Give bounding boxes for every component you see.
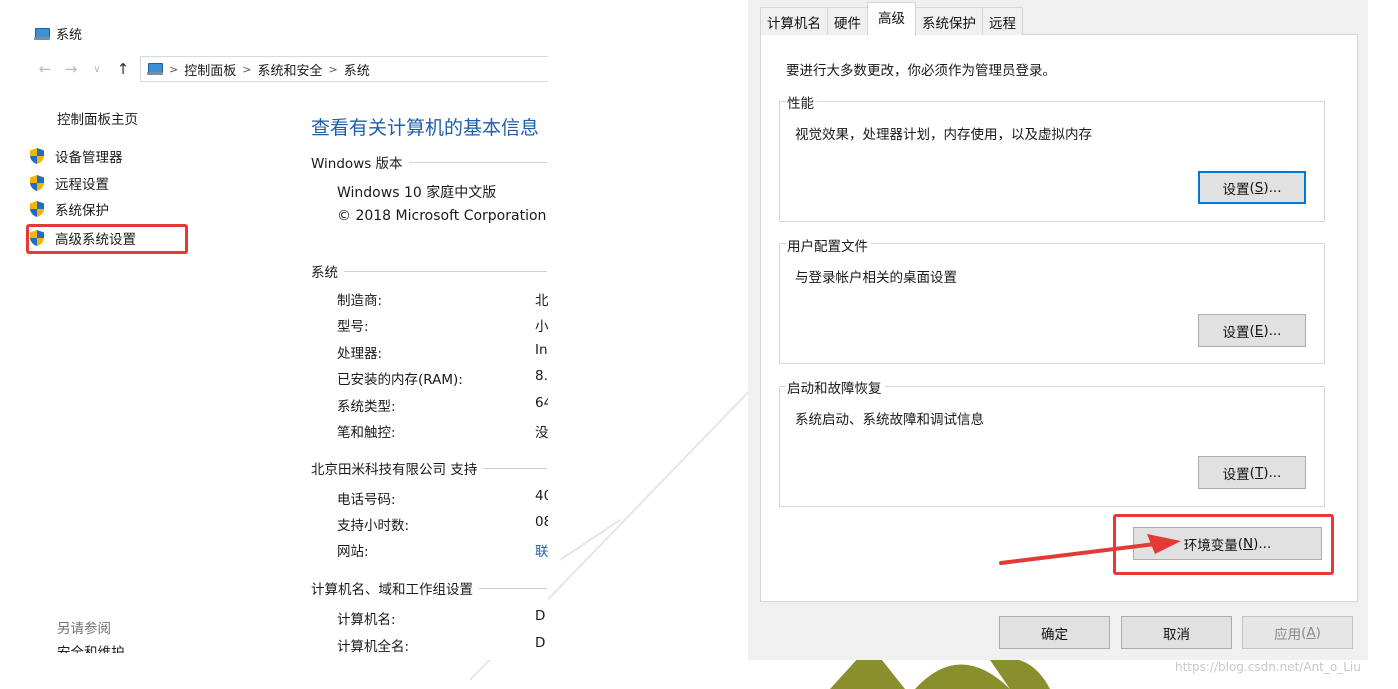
window-title: 系统 xyxy=(34,24,82,43)
website-link[interactable]: 联 xyxy=(535,540,548,560)
computer-icon xyxy=(34,27,50,40)
system-type-label: 系统类型: xyxy=(337,399,396,415)
address-bar[interactable]: > 控制面板 > 系统和安全 > 系统 xyxy=(140,56,548,82)
processor-value: In xyxy=(535,342,548,358)
sidebar-home-link[interactable]: 控制面板主页 xyxy=(57,108,138,128)
pen-touch-value: 没 xyxy=(535,425,548,441)
manufacturer-value: 北 xyxy=(535,293,548,309)
tab-advanced[interactable]: 高级 xyxy=(867,2,916,36)
full-computer-name-value: D xyxy=(535,635,546,651)
cancel-button[interactable]: 取消 xyxy=(1121,616,1232,649)
uac-shield-icon xyxy=(30,201,44,217)
watermark: https://blog.csdn.net/Ant_o_Liu xyxy=(1175,660,1361,674)
uac-shield-icon xyxy=(30,175,44,191)
navigation-bar: ← → ∨ ↑ > 控制面板 > 系统和安全 > 系统 xyxy=(32,56,548,82)
copyright-text: © 2018 Microsoft Corporation xyxy=(337,208,547,224)
sidebar-item-label: 远程设置 xyxy=(55,177,109,193)
chevron-down-icon[interactable]: ∨ xyxy=(84,64,110,75)
section-header-text: 系统 xyxy=(311,265,338,281)
computer-icon xyxy=(147,63,163,75)
see-also-heading: 另请参阅 xyxy=(57,621,111,637)
startup-recovery-settings-button[interactable]: 设置(T)... xyxy=(1198,456,1306,489)
forward-arrow-icon[interactable]: → xyxy=(58,60,84,78)
chevron-right-icon: > xyxy=(242,62,252,76)
manufacturer-label: 制造商: xyxy=(337,293,383,309)
button-label: 设置 xyxy=(1222,466,1250,483)
access-key: T xyxy=(1254,464,1264,481)
uac-shield-icon xyxy=(30,148,44,164)
advanced-settings-highlight xyxy=(26,224,188,254)
system-control-panel: 系统 ← → ∨ ↑ > 控制面板 > 系统和安全 > 系统 控制面板主页 设备… xyxy=(0,0,548,660)
breadcrumb-system[interactable]: 系统 xyxy=(344,60,370,79)
access-key: A xyxy=(1306,624,1316,641)
up-arrow-icon[interactable]: ↑ xyxy=(110,60,136,78)
ram-label: 已安装的内存(RAM): xyxy=(337,372,463,388)
access-key: S xyxy=(1254,179,1264,196)
back-arrow-icon[interactable]: ← xyxy=(32,60,58,78)
section-header-text: 计算机名、域和工作组设置 xyxy=(311,582,473,598)
button-label: 设置 xyxy=(1222,181,1250,198)
model-label: 型号: xyxy=(337,319,369,335)
system-type-value: 64 xyxy=(535,395,548,411)
sidebar-item-remote-settings[interactable]: 远程设置 xyxy=(28,172,109,194)
breadcrumb-system-security[interactable]: 系统和安全 xyxy=(257,60,322,79)
user-profiles-description: 与登录帐户相关的桌面设置 xyxy=(795,270,957,286)
page-title: 查看有关计算机的基本信息 xyxy=(311,117,540,139)
phone-value: 40 xyxy=(535,488,548,504)
performance-description: 视觉效果，处理器计划，内存使用，以及虚拟内存 xyxy=(795,127,1092,143)
tab-hardware[interactable]: 硬件 xyxy=(827,7,868,35)
window-title-text: 系统 xyxy=(56,28,83,43)
see-also-security-link[interactable]: 安全和维护 xyxy=(57,641,125,653)
sidebar-item-device-manager[interactable]: 设备管理器 xyxy=(28,145,123,167)
pen-touch-label: 笔和触控: xyxy=(337,425,396,441)
windows-edition-header: Windows 版本 xyxy=(311,152,547,172)
access-key: E xyxy=(1254,322,1264,339)
full-computer-name-label: 计算机全名: xyxy=(337,639,410,655)
sidebar-item-system-protection[interactable]: 系统保护 xyxy=(28,198,109,220)
button-label: 应用 xyxy=(1274,626,1302,643)
performance-settings-button[interactable]: 设置(S)... xyxy=(1198,171,1306,204)
admin-note: 要进行大多数更改，你必须作为管理员登录。 xyxy=(786,63,1056,79)
support-hours-value: 08 xyxy=(535,514,548,530)
breadcrumb-control-panel[interactable]: 控制面板 xyxy=(184,60,236,79)
sidebar-item-label: 设备管理器 xyxy=(55,150,123,166)
processor-label: 处理器: xyxy=(337,346,383,362)
support-hours-label: 支持小时数: xyxy=(337,518,410,534)
computer-name-value: D xyxy=(535,608,546,624)
tab-strip: 计算机名 硬件 高级 系统保护 远程 xyxy=(760,2,1023,36)
website-label: 网站: xyxy=(337,544,369,560)
computer-name-label: 计算机名: xyxy=(337,612,396,628)
sidebar-item-label: 系统保护 xyxy=(55,203,109,219)
phone-label: 电话号码: xyxy=(337,492,396,508)
apply-button[interactable]: 应用(A) xyxy=(1242,616,1353,649)
tab-system-protection[interactable]: 系统保护 xyxy=(915,7,983,35)
chevron-right-icon: > xyxy=(169,62,179,76)
user-profiles-title: 用户配置文件 xyxy=(786,235,871,255)
model-value: 小 xyxy=(535,319,548,335)
windows-edition-value: Windows 10 家庭中文版 xyxy=(337,185,497,201)
section-header-text: 北京田米科技有限公司 支持 xyxy=(311,462,478,478)
ok-button[interactable]: 确定 xyxy=(999,616,1110,649)
section-header-text: Windows 版本 xyxy=(311,156,403,172)
tab-computer-name[interactable]: 计算机名 xyxy=(760,7,828,35)
startup-recovery-description: 系统启动、系统故障和调试信息 xyxy=(795,412,984,428)
button-label: 设置 xyxy=(1222,324,1250,341)
startup-recovery-title: 启动和故障恢复 xyxy=(786,377,885,397)
system-section-header: 系统 xyxy=(311,261,547,281)
tab-remote[interactable]: 远程 xyxy=(982,7,1023,35)
user-profiles-settings-button[interactable]: 设置(E)... xyxy=(1198,314,1306,347)
red-arrow-icon xyxy=(999,534,1181,565)
chevron-right-icon: > xyxy=(328,62,338,76)
computer-name-section-header: 计算机名、域和工作组设置 xyxy=(311,578,547,598)
performance-title: 性能 xyxy=(786,92,817,112)
support-section-header: 北京田米科技有限公司 支持 xyxy=(311,458,547,478)
ram-value: 8. xyxy=(535,368,548,384)
